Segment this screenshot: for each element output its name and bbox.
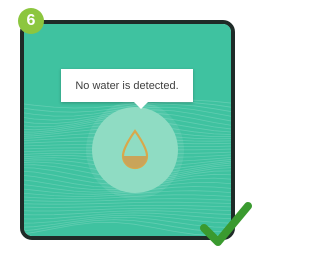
- step-number-badge: 6: [18, 8, 44, 34]
- sensor-circle: [92, 107, 178, 193]
- instruction-illustration: 6 No water is detected.: [0, 0, 256, 259]
- message-pointer: [134, 102, 148, 109]
- status-message: No water is detected.: [61, 69, 193, 102]
- checkmark-icon: [200, 202, 252, 246]
- water-drop-icon: [121, 129, 149, 170]
- status-message-text: No water is detected.: [75, 79, 179, 92]
